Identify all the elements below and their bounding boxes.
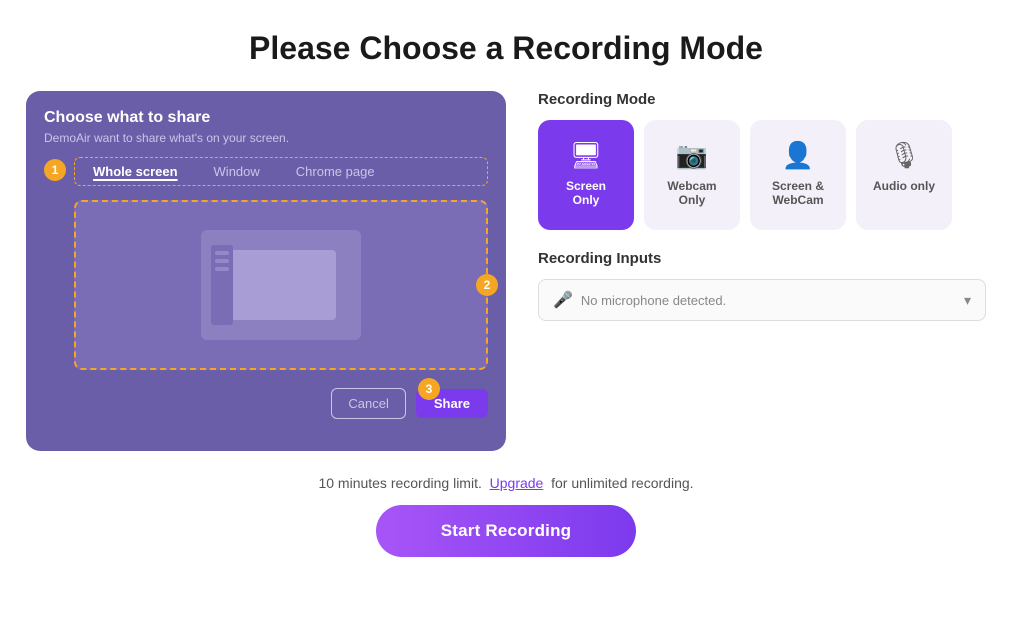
recording-mode-section: Recording Mode 🖥 Screen Only 📷 Webcam On…: [538, 91, 986, 230]
bottom-section: 10 minutes recording limit. Upgrade for …: [20, 475, 992, 557]
share-panel-subtitle: DemoAir want to share what's on your scr…: [44, 131, 488, 145]
sidebar-line: [215, 259, 229, 263]
chevron-down-icon: ▾: [964, 292, 971, 309]
webcam-only-icon: 📷: [676, 140, 708, 171]
tab-row: Whole screen Window Chrome page: [74, 157, 488, 186]
step3-badge: 3: [418, 378, 440, 400]
upgrade-suffix: for unlimited recording.: [551, 475, 693, 491]
upgrade-link[interactable]: Upgrade: [490, 475, 544, 491]
tab-whole-screen[interactable]: Whole screen: [75, 158, 196, 185]
mode-card-screen-webcam[interactable]: 👤 Screen & WebCam: [750, 120, 846, 230]
share-panel-title: Choose what to share: [44, 109, 488, 127]
audio-only-label: Audio only: [873, 179, 935, 193]
audio-only-icon: 🎙: [887, 140, 920, 171]
upgrade-prefix: 10 minutes recording limit.: [318, 475, 481, 491]
sidebar-line: [215, 251, 229, 255]
mic-off-icon: 🎤: [553, 290, 573, 310]
cancel-button[interactable]: Cancel: [331, 388, 405, 419]
step2-badge: 2: [476, 274, 498, 296]
page-title: Please Choose a Recording Mode: [249, 30, 763, 67]
recording-modes: 🖥 Screen Only 📷 Webcam Only 👤 Screen & W…: [538, 120, 986, 230]
right-panel: Recording Mode 🖥 Screen Only 📷 Webcam On…: [538, 91, 986, 321]
microphone-dropdown-left: 🎤 No microphone detected.: [553, 290, 726, 310]
screen-mock-inner: [226, 250, 336, 320]
main-content: Choose what to share DemoAir want to sha…: [26, 91, 986, 451]
screen-webcam-icon: 👤: [782, 140, 814, 171]
mode-card-webcam-only[interactable]: 📷 Webcam Only: [644, 120, 740, 230]
sidebar-line: [215, 267, 229, 271]
recording-inputs-label: Recording Inputs: [538, 250, 986, 267]
panel-actions: 3 Cancel Share: [44, 388, 488, 419]
screen-webcam-label: Screen & WebCam: [766, 179, 830, 207]
mode-card-screen-only[interactable]: 🖥 Screen Only: [538, 120, 634, 230]
screen-preview-area: 2: [74, 200, 488, 370]
screen-only-label: Screen Only: [554, 179, 618, 207]
recording-mode-label: Recording Mode: [538, 91, 986, 108]
screen-mock: [201, 230, 361, 340]
microphone-placeholder-text: No microphone detected.: [581, 293, 726, 308]
start-recording-button[interactable]: Start Recording: [376, 505, 636, 557]
share-panel: Choose what to share DemoAir want to sha…: [26, 91, 506, 451]
recording-inputs-section: Recording Inputs 🎤 No microphone detecte…: [538, 250, 986, 321]
screen-mock-sidebar: [211, 245, 233, 325]
webcam-only-label: Webcam Only: [660, 179, 724, 207]
upgrade-text: 10 minutes recording limit. Upgrade for …: [318, 475, 693, 491]
screen-only-icon: 🖥: [569, 140, 602, 171]
mode-card-audio-only[interactable]: 🎙 Audio only: [856, 120, 952, 230]
tab-chrome-page[interactable]: Chrome page: [278, 158, 393, 185]
tab-window[interactable]: Window: [196, 158, 278, 185]
microphone-dropdown[interactable]: 🎤 No microphone detected. ▾: [538, 279, 986, 321]
step1-badge: 1: [44, 159, 66, 181]
